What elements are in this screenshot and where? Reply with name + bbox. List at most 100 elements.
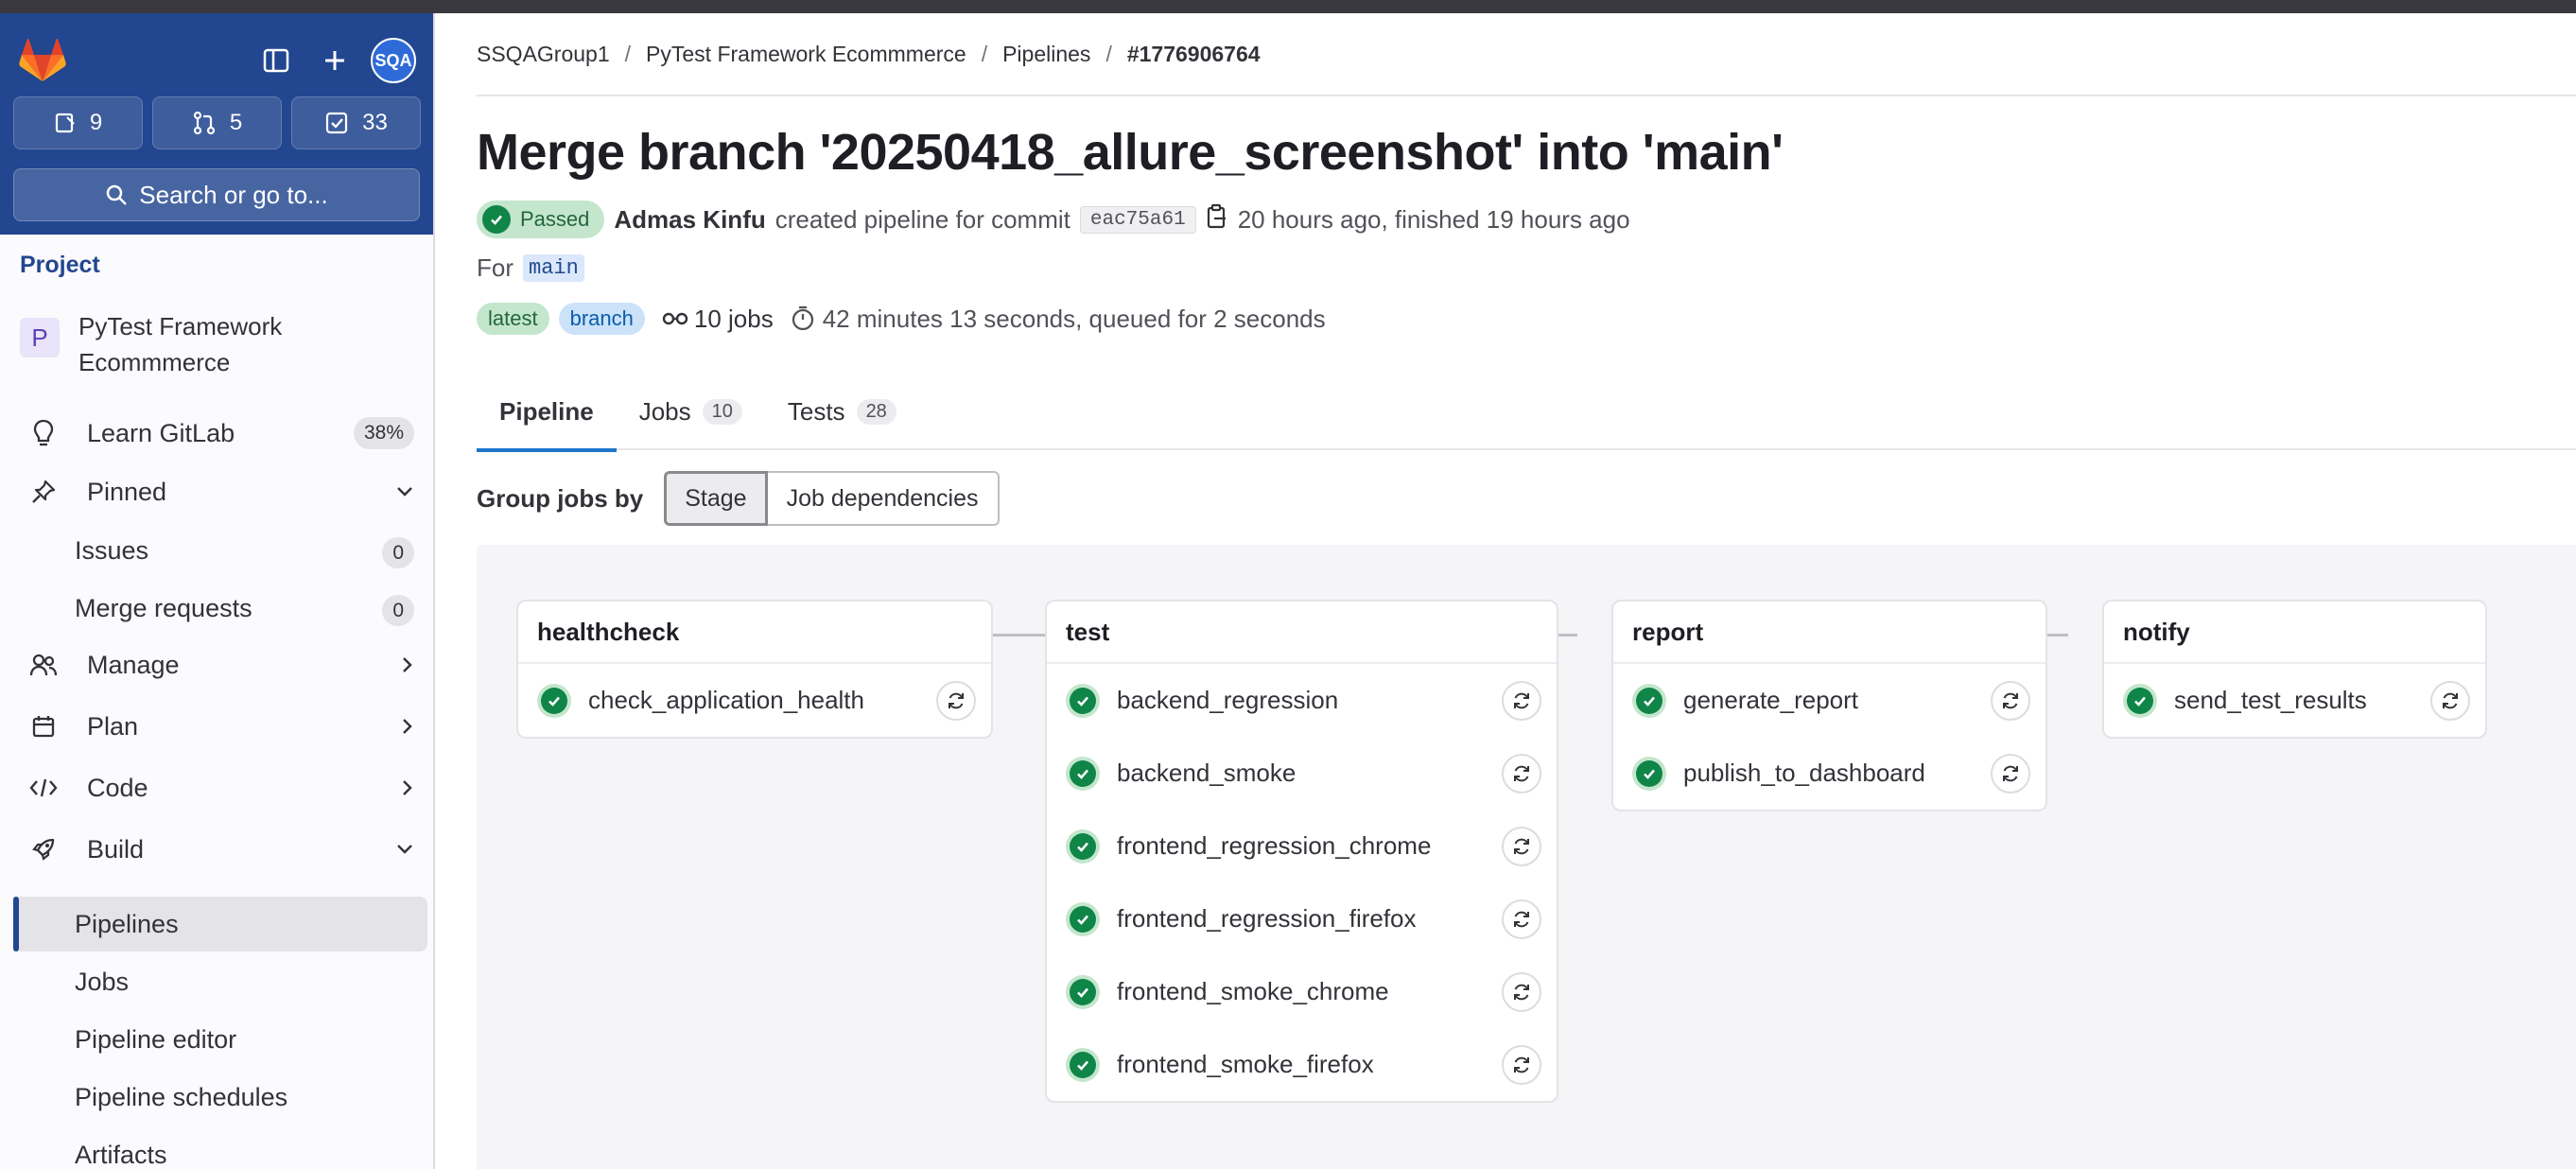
- pipeline-meta: Passed Admas Kinfu created pipeline for …: [477, 201, 1630, 238]
- merge-requests-pinned-count: 0: [382, 594, 414, 626]
- job-name: frontend_regression_firefox: [1117, 904, 1417, 933]
- retry-icon[interactable]: [936, 680, 976, 721]
- tab-jobs-count: 10: [702, 398, 742, 425]
- commit-sha[interactable]: eac75a61: [1079, 205, 1196, 234]
- search-label: Search or go to...: [139, 180, 328, 209]
- copy-sha-icon[interactable]: [1206, 203, 1228, 236]
- job-item[interactable]: check_application_health: [518, 664, 991, 737]
- job-item[interactable]: send_test_results: [2104, 664, 2485, 737]
- group-by-stage-button[interactable]: Stage: [664, 471, 768, 526]
- job-name: publish_to_dashboard: [1683, 759, 1925, 787]
- job-item[interactable]: backend_regression: [1047, 664, 1557, 737]
- retry-icon[interactable]: [1502, 826, 1541, 866]
- sidebar-item-pipeline-editor[interactable]: Pipeline editor: [13, 1012, 427, 1067]
- retry-icon[interactable]: [1502, 680, 1541, 721]
- gitlab-logo-icon[interactable]: [19, 38, 66, 83]
- sidebar-item-plan[interactable]: Plan: [13, 700, 427, 753]
- pipeline-graph: healthcheck check_application_health tes…: [477, 545, 2576, 1169]
- sidebar-item-manage[interactable]: Manage: [13, 638, 427, 691]
- sidebar-item-pipeline-schedules[interactable]: Pipeline schedules: [13, 1070, 427, 1125]
- author-link[interactable]: Admas Kinfu: [614, 205, 765, 235]
- stage-title: notify: [2104, 602, 2485, 664]
- pipeline-time: 20 hours ago, finished 19 hours ago: [1237, 204, 1630, 234]
- issues-label: Issues: [75, 535, 149, 565]
- code-label: Code: [87, 773, 148, 802]
- retry-icon[interactable]: [1502, 1044, 1541, 1085]
- sidebar-item-code[interactable]: Code: [13, 761, 427, 814]
- for-row: For main: [477, 253, 584, 283]
- job-success-icon: [1066, 901, 1100, 936]
- stage-title: healthcheck: [518, 602, 991, 664]
- breadcrumb-separator: /: [981, 41, 988, 66]
- create-new-icon[interactable]: [314, 40, 356, 81]
- tab-jobs[interactable]: Jobs 10: [617, 373, 765, 450]
- job-name: send_test_results: [2174, 686, 2367, 714]
- job-item[interactable]: frontend_smoke_chrome: [1047, 955, 1557, 1028]
- job-item[interactable]: frontend_smoke_firefox: [1047, 1028, 1557, 1101]
- pipeline-tabs: Pipeline Jobs 10 Tests 28: [477, 373, 2576, 452]
- group-jobs-by: Group jobs by Stage Job dependencies: [477, 471, 1000, 526]
- job-item[interactable]: frontend_regression_firefox: [1047, 882, 1557, 955]
- job-item[interactable]: generate_report: [1613, 664, 2045, 737]
- jobs-label: Jobs: [75, 967, 130, 996]
- assigned-issues-button[interactable]: 9: [13, 96, 143, 149]
- retry-icon[interactable]: [1502, 971, 1541, 1012]
- sidebar-item-pinned[interactable]: Pinned: [13, 465, 427, 518]
- sidebar-project-link[interactable]: P PyTest Framework Ecommmerce: [20, 308, 417, 380]
- tab-tests[interactable]: Tests 28: [765, 373, 919, 450]
- jobs-count: 10 jobs: [662, 305, 774, 334]
- job-item[interactable]: publish_to_dashboard: [1613, 737, 2045, 810]
- chevron-down-icon: [395, 485, 414, 498]
- breadcrumb-group[interactable]: SSQAGroup1: [477, 42, 610, 67]
- stage-test: test backend_regression backend_smoke fr…: [1045, 600, 1558, 1103]
- users-icon: [26, 653, 61, 677]
- todos-button[interactable]: 33: [291, 96, 421, 149]
- pinned-label: Pinned: [87, 477, 167, 506]
- action-text: created pipeline for commit: [775, 204, 1070, 234]
- sidebar-item-pipelines[interactable]: Pipelines: [13, 897, 427, 951]
- sidebar-item-learn-gitlab[interactable]: Learn GitLab 38%: [13, 407, 427, 460]
- todos-count: 33: [362, 110, 388, 135]
- job-item[interactable]: frontend_regression_chrome: [1047, 810, 1557, 882]
- breadcrumb-pipelines[interactable]: Pipelines: [1002, 42, 1090, 67]
- project-name-line2: Ecommmerce: [78, 348, 231, 376]
- todo-icon: [326, 112, 348, 134]
- breadcrumb-pipeline-id[interactable]: #1776906764: [1127, 42, 1261, 67]
- tab-tests-label: Tests: [787, 396, 845, 426]
- group-by-dependencies-button[interactable]: Job dependencies: [767, 471, 1000, 526]
- stage-report: report generate_report publish_to_dashbo…: [1611, 600, 2047, 811]
- chevron-down-icon: [395, 843, 414, 856]
- status-text: Passed: [520, 207, 590, 231]
- sidebar-section-title: Project: [20, 252, 100, 278]
- job-name: frontend_regression_chrome: [1117, 831, 1432, 860]
- issues-icon: [55, 113, 75, 133]
- pipeline-icon: [662, 312, 688, 325]
- search-button[interactable]: Search or go to...: [13, 168, 420, 221]
- chevron-right-icon: [401, 717, 414, 736]
- retry-icon[interactable]: [1502, 753, 1541, 794]
- sidebar-toggle-icon[interactable]: [255, 40, 297, 81]
- lightbulb-icon: [26, 419, 61, 447]
- retry-icon[interactable]: [1502, 899, 1541, 939]
- user-avatar[interactable]: SQA: [371, 38, 416, 83]
- timer-icon: [792, 305, 813, 331]
- sidebar-item-jobs[interactable]: Jobs: [13, 954, 427, 1009]
- sidebar-item-artifacts[interactable]: Artifacts: [13, 1127, 427, 1169]
- branch-link[interactable]: main: [523, 254, 584, 282]
- tab-pipeline[interactable]: Pipeline: [477, 373, 617, 452]
- plan-label: Plan: [87, 711, 139, 741]
- sidebar-item-merge-requests[interactable]: Merge requests 0: [13, 581, 427, 636]
- sidebar-item-issues[interactable]: Issues 0: [13, 523, 427, 578]
- retry-icon[interactable]: [2430, 680, 2470, 721]
- retry-icon[interactable]: [1991, 753, 2030, 794]
- tab-pipeline-label: Pipeline: [499, 396, 594, 426]
- job-item[interactable]: backend_smoke: [1047, 737, 1557, 810]
- merge-requests-button[interactable]: 5: [152, 96, 282, 149]
- job-success-icon: [2123, 683, 2157, 718]
- merge-requests-count: 5: [229, 110, 243, 135]
- sidebar-item-build[interactable]: Build: [13, 823, 427, 876]
- job-name: backend_regression: [1117, 686, 1339, 714]
- breadcrumb-project[interactable]: PyTest Framework Ecommmerce: [646, 42, 966, 67]
- retry-icon[interactable]: [1991, 680, 2030, 721]
- status-badge[interactable]: Passed: [477, 201, 605, 238]
